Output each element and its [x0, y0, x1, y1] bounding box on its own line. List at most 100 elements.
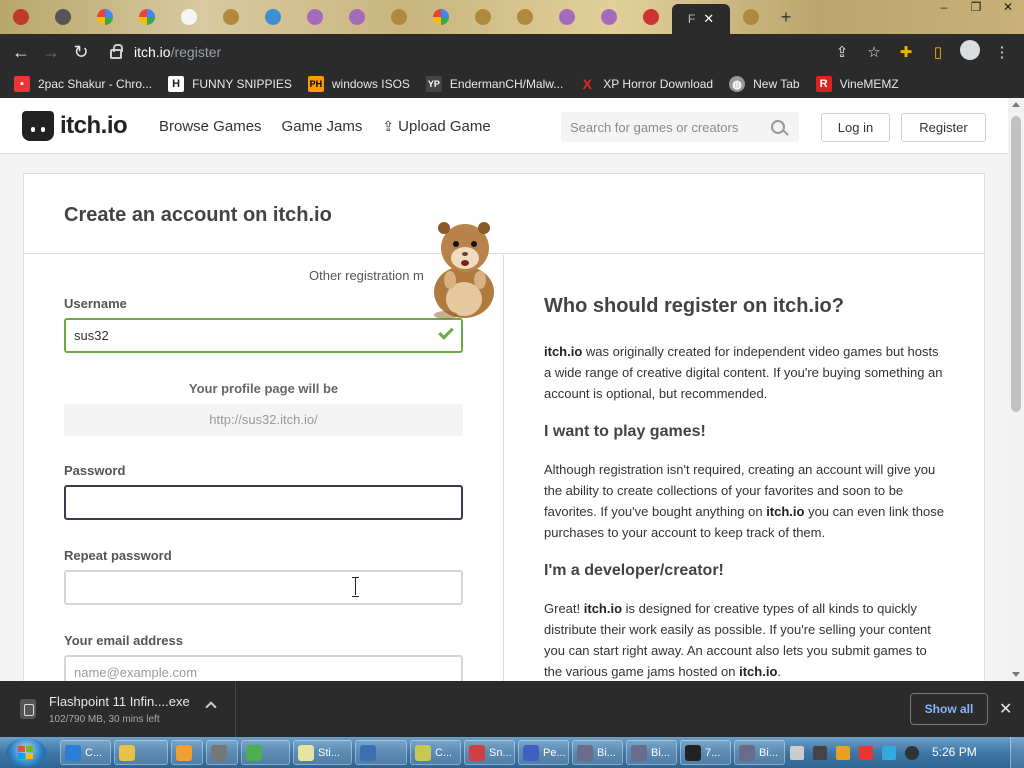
volume-icon[interactable] — [905, 745, 919, 760]
minimize-icon[interactable]: – — [928, 0, 960, 18]
nav-browse-games[interactable]: Browse Games — [159, 118, 262, 135]
bookmark-item[interactable]: X XP Horror Download — [579, 76, 714, 92]
profile-avatar[interactable] — [954, 40, 986, 64]
bookmark-item[interactable]: ▪ 2pac Shakur - Chro... — [14, 76, 152, 92]
bookmark-star-icon[interactable]: ☆ — [858, 43, 890, 61]
browser-tab[interactable] — [630, 3, 672, 31]
browser-tab[interactable] — [84, 3, 126, 31]
browser-tab[interactable] — [294, 3, 336, 31]
site-header: itch.io Browse Games Game Jams ⇪ Upload G… — [0, 98, 1008, 154]
task-label: Pe... — [543, 746, 566, 759]
password-label: Password — [64, 463, 126, 478]
network-icon[interactable] — [882, 745, 896, 760]
scroll-thumb[interactable] — [1011, 116, 1021, 412]
downloads-bar: Flashpoint 11 Infin....exe 102/790 MB, 3… — [0, 681, 1024, 737]
browser-tab[interactable] — [0, 3, 42, 31]
download-item[interactable]: Flashpoint 11 Infin....exe 102/790 MB, 3… — [0, 681, 236, 737]
bookmark-item[interactable]: YP EndermanCH/Malw... — [425, 76, 563, 92]
browser-tab-active[interactable]: F ✕ — [672, 4, 730, 34]
taskbar-task[interactable]: Sn... — [464, 740, 515, 765]
browser-tab[interactable] — [252, 3, 294, 31]
taskbar-task[interactable]: 7... — [680, 740, 731, 765]
tray-app-icon[interactable] — [790, 745, 804, 760]
show-desktop-button[interactable] — [1010, 737, 1024, 768]
active-tab-title: F — [687, 12, 696, 26]
nav-game-jams[interactable]: Game Jams — [282, 118, 363, 135]
url-host: itch.io — [134, 44, 171, 60]
bookmark-item[interactable]: PH windows ISOS — [307, 76, 410, 92]
forward-arrow-icon[interactable]: → — [36, 42, 66, 63]
extensions-puzzle-icon[interactable]: ✚ — [890, 43, 922, 61]
taskbar-task[interactable] — [171, 740, 203, 765]
reload-icon[interactable]: ↻ — [66, 42, 96, 63]
taskbar-task[interactable]: C... — [410, 740, 461, 765]
bookmark-item[interactable]: H FUNNY SNIPPIES — [168, 76, 292, 92]
search-icon[interactable] — [771, 120, 785, 134]
scroll-down-icon[interactable] — [1012, 672, 1020, 677]
start-button[interactable] — [6, 738, 46, 767]
taskbar-task[interactable]: C... — [60, 740, 111, 765]
bookmark-item[interactable]: R VineMEMZ — [815, 76, 899, 92]
repeat-password-input[interactable] — [64, 570, 463, 605]
password-input[interactable] — [64, 485, 463, 520]
close-icon[interactable]: ✕ — [999, 699, 1012, 719]
scroll-up-icon[interactable] — [1012, 102, 1020, 107]
clock[interactable]: 5:26 PM — [932, 745, 977, 759]
taskbar-task[interactable] — [206, 740, 238, 765]
browser-tab[interactable] — [126, 3, 168, 31]
hamster-overlay-image — [434, 222, 494, 319]
search-input[interactable] — [570, 119, 765, 135]
new-tab-button[interactable]: + — [772, 7, 800, 28]
login-button[interactable]: Log in — [821, 113, 890, 142]
browser-tab[interactable] — [336, 3, 378, 31]
address-bar[interactable]: itch.io/register — [110, 34, 890, 70]
task-app-icon — [631, 744, 647, 761]
globe-icon: ◍ — [729, 76, 746, 92]
browser-tab[interactable] — [42, 3, 84, 31]
browser-tab[interactable] — [588, 3, 630, 31]
browser-tab[interactable] — [504, 3, 546, 31]
chevron-up-icon[interactable] — [205, 701, 217, 713]
maximize-icon[interactable]: ❐ — [960, 0, 992, 18]
side-panel-icon[interactable]: ▯ — [922, 43, 954, 61]
bookmark-item[interactable]: ◍ New Tab — [729, 76, 800, 92]
info-title: Who should register on itch.io? — [544, 295, 844, 317]
task-app-icon — [523, 744, 539, 761]
email-input[interactable] — [64, 655, 463, 681]
taskbar-task[interactable]: Bi... — [734, 740, 785, 765]
tab-close-icon[interactable]: ✕ — [703, 11, 714, 27]
taskbar-task[interactable]: Bi... — [572, 740, 623, 765]
tab-favicon-icon — [349, 9, 365, 25]
lock-icon[interactable] — [110, 44, 123, 59]
tray-app-icon[interactable] — [813, 745, 827, 760]
taskbar-task[interactable]: Pe... — [518, 740, 569, 765]
taskbar-task[interactable] — [114, 740, 168, 765]
itchio-logo[interactable]: itch.io — [22, 111, 128, 141]
browser-tab[interactable] — [420, 3, 462, 31]
taskbar-task[interactable] — [355, 740, 407, 765]
taskbar-task[interactable]: Bi... — [626, 740, 677, 765]
page-scrollbar[interactable] — [1008, 98, 1024, 681]
share-icon[interactable]: ⇪ — [826, 43, 858, 61]
taskbar-task[interactable]: Sti... — [293, 740, 352, 765]
browser-tab[interactable] — [546, 3, 588, 31]
browser-tab[interactable] — [210, 3, 252, 31]
browser-tab[interactable] — [730, 3, 772, 31]
register-button[interactable]: Register — [901, 113, 986, 142]
browser-tab[interactable] — [462, 3, 504, 31]
nav-upload-game[interactable]: ⇪ Upload Game — [382, 118, 490, 135]
browser-tab[interactable] — [378, 3, 420, 31]
username-input[interactable] — [64, 318, 463, 353]
page-title: Create an account on itch.io — [64, 204, 332, 226]
flag-icon[interactable] — [859, 745, 873, 760]
show-all-button[interactable]: Show all — [910, 693, 988, 725]
menu-kebab-icon[interactable]: ⋮ — [986, 43, 1018, 61]
back-arrow-icon[interactable]: ← — [6, 42, 36, 63]
close-window-icon[interactable]: ✕ — [992, 0, 1024, 18]
browser-tab[interactable] — [168, 3, 210, 31]
taskbar-task[interactable] — [241, 740, 290, 765]
tray-app-icon[interactable] — [836, 745, 850, 760]
tab-favicon-icon — [55, 9, 71, 25]
windows-taskbar: C... Sti... C... Sn... Pe... Bi... Bi... 7... Bi… — [0, 737, 1024, 768]
other-registration-link[interactable]: Other registration m — [309, 268, 424, 283]
